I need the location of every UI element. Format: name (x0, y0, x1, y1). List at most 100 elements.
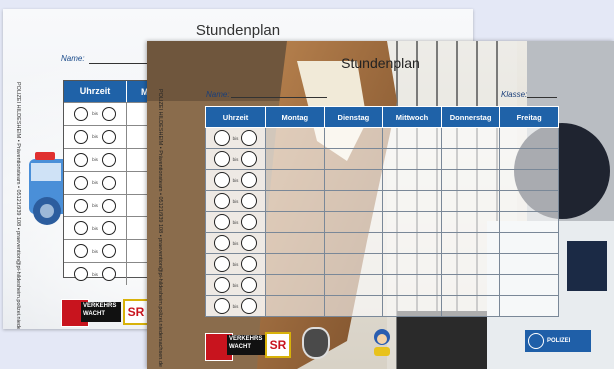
cell-freitag[interactable] (499, 232, 559, 254)
cell-montag[interactable] (265, 127, 325, 149)
cell-donnerstag[interactable] (440, 148, 501, 170)
clock-start-icon (74, 129, 89, 144)
back-time-cell[interactable]: bis (64, 217, 127, 240)
front-table-row: bis (205, 295, 559, 317)
clock-start-icon (74, 244, 89, 259)
cell-dienstag[interactable] (323, 211, 384, 233)
time-cell[interactable]: bis (205, 253, 266, 275)
cell-dienstag[interactable] (323, 148, 384, 170)
time-cell[interactable]: bis (205, 169, 266, 191)
cell-donnerstag[interactable] (440, 253, 501, 275)
cell-mittwoch[interactable] (382, 211, 442, 233)
back-table-row: bis (64, 124, 154, 148)
clock-end-icon (241, 130, 258, 146)
cell-mittwoch[interactable] (382, 169, 442, 191)
time-cell[interactable]: bis (205, 127, 266, 149)
time-cell[interactable]: bis (205, 232, 266, 254)
time-cell[interactable]: bis (205, 274, 266, 296)
cell-montag[interactable] (265, 190, 325, 212)
cell-mittwoch[interactable] (382, 127, 442, 149)
cell-freitag[interactable] (499, 274, 559, 296)
back-time-cell[interactable]: bis (64, 263, 127, 286)
sr-logo: SR (265, 332, 291, 358)
cell-mittwoch[interactable] (382, 232, 442, 254)
header-mittwoch: Mittwoch (382, 106, 442, 128)
time-cell[interactable]: bis (205, 211, 266, 233)
time-separator: bis (92, 203, 98, 208)
time-separator: bis (92, 248, 98, 254)
front-class-line (527, 97, 557, 98)
cell-donnerstag[interactable] (440, 274, 501, 296)
cell-montag[interactable] (265, 211, 325, 233)
cell-freitag[interactable] (499, 190, 559, 212)
clock-end-icon (241, 298, 258, 314)
back-name-label: Name: (61, 54, 85, 63)
front-timetable: Uhrzeit Montag Dienstag Mittwoch Donners… (205, 106, 559, 317)
cell-donnerstag[interactable] (440, 190, 501, 212)
clock-start-icon (213, 256, 230, 272)
time-cell[interactable]: bis (205, 148, 266, 170)
front-name-line (231, 97, 327, 98)
cell-montag[interactable] (265, 232, 325, 254)
clock-start-icon (74, 198, 89, 213)
clock-start-icon (74, 221, 89, 236)
cell-dienstag[interactable] (323, 232, 384, 254)
cell-dienstag[interactable] (323, 190, 384, 212)
cell-montag[interactable] (265, 274, 325, 296)
sr-logo: SR (123, 299, 149, 325)
back-table-body: bis bis bis bis bis bis bis bis (64, 102, 154, 286)
cell-donnerstag[interactable] (440, 169, 501, 191)
cell-dienstag[interactable] (323, 169, 384, 191)
cell-donnerstag[interactable] (440, 295, 501, 317)
cell-freitag[interactable] (499, 127, 559, 149)
time-cell[interactable]: bis (205, 295, 266, 317)
time-cell[interactable]: bis (205, 190, 266, 212)
cell-freitag[interactable] (499, 169, 559, 191)
cell-freitag[interactable] (499, 295, 559, 317)
cell-dienstag[interactable] (323, 274, 384, 296)
cell-mittwoch[interactable] (382, 274, 442, 296)
cell-freitag[interactable] (499, 253, 559, 275)
time-separator: bis (232, 282, 239, 288)
cell-montag[interactable] (265, 169, 325, 191)
verkehrswacht-logo: VERKEHRS WACHT (81, 302, 121, 322)
cell-mittwoch[interactable] (382, 253, 442, 275)
back-time-cell[interactable]: bis (64, 240, 127, 263)
back-time-cell[interactable]: bis (64, 148, 127, 171)
polizei-logo: POLIZEI (525, 330, 591, 352)
cell-dienstag[interactable] (323, 295, 384, 317)
cell-montag[interactable] (265, 295, 325, 317)
cell-donnerstag[interactable] (440, 127, 501, 149)
front-table-row: bis (205, 190, 559, 212)
front-table-row: bis (205, 232, 559, 254)
cell-dienstag[interactable] (323, 253, 384, 275)
clock-start-icon (213, 130, 230, 146)
cell-mittwoch[interactable] (382, 295, 442, 317)
back-table-row: bis (64, 147, 154, 171)
cell-montag[interactable] (265, 148, 325, 170)
cell-mittwoch[interactable] (382, 190, 442, 212)
cell-donnerstag[interactable] (440, 211, 501, 233)
back-header-uhrzeit: Uhrzeit (64, 81, 127, 102)
clock-end-icon (241, 277, 258, 293)
cell-mittwoch[interactable] (382, 148, 442, 170)
cell-freitag[interactable] (499, 148, 559, 170)
front-timetable-card: Stundenplan POLIZEI HILDESHEIM • Prävent… (147, 41, 614, 369)
back-time-cell[interactable]: bis (64, 171, 127, 194)
cell-dienstag[interactable] (323, 127, 384, 149)
clock-end-icon (241, 193, 258, 209)
back-time-cell[interactable]: bis (64, 103, 127, 125)
back-time-cell[interactable]: bis (64, 125, 127, 148)
clock-end-icon (101, 129, 116, 144)
clock-start-icon (74, 267, 89, 282)
header-freitag: Freitag (499, 106, 559, 128)
cell-donnerstag[interactable] (440, 232, 501, 254)
clock-start-icon (213, 193, 230, 209)
back-table-row: bis (64, 102, 154, 125)
cell-freitag[interactable] (499, 211, 559, 233)
cell-montag[interactable] (265, 253, 325, 275)
clock-end-icon (101, 221, 116, 236)
back-name-line (89, 63, 149, 64)
back-time-cell[interactable]: bis (64, 194, 127, 217)
time-separator: bis (92, 225, 98, 231)
